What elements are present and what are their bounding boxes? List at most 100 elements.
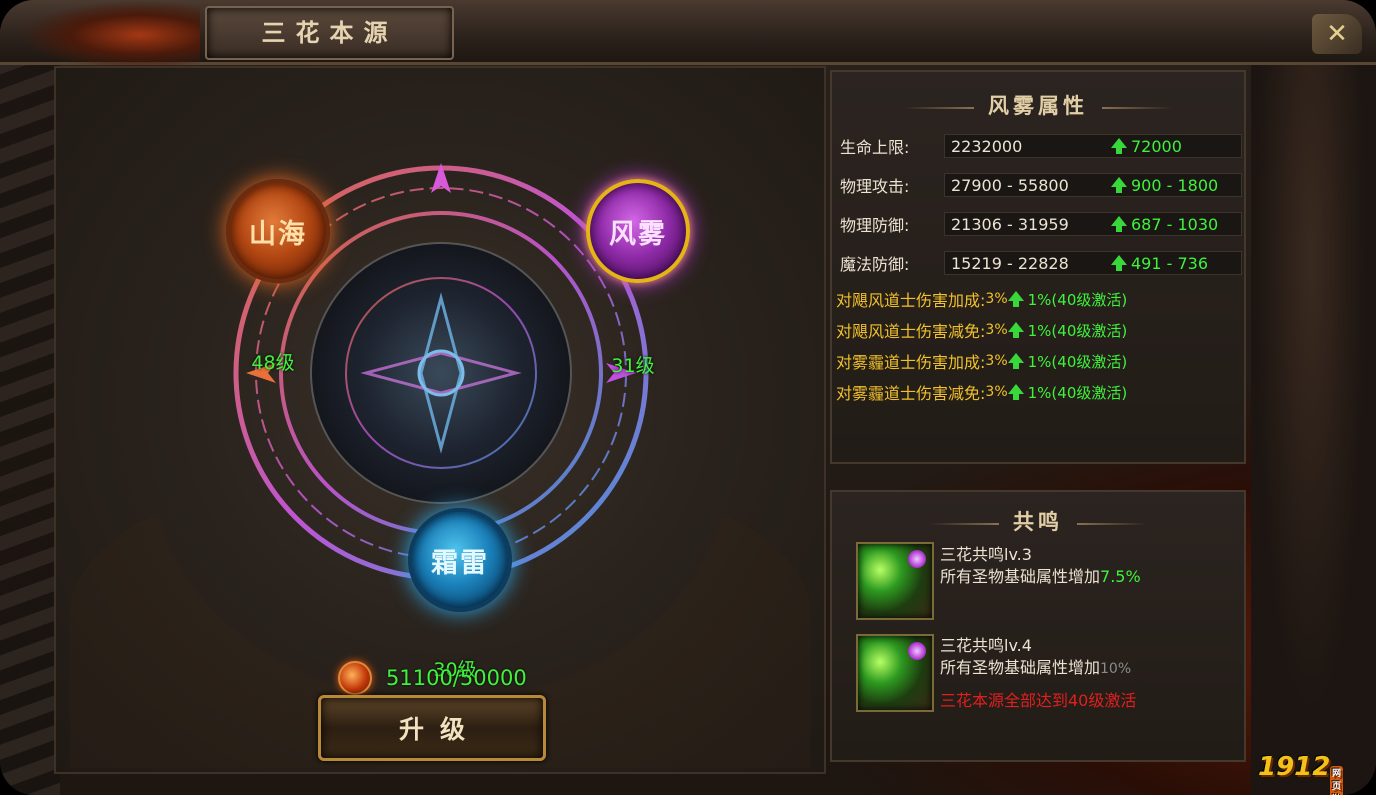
bonus-increase-value: 1%(40级激活): [1027, 290, 1128, 309]
arrow-up-icon: [1007, 353, 1024, 369]
bonus-increase: 1%(40级激活): [1007, 351, 1128, 372]
stat-label: 物理防御:: [840, 216, 910, 235]
resonance-title: 共鸣: [832, 506, 1244, 536]
stat-value-box: 15219 - 22828 491 - 736: [944, 251, 1242, 275]
node-fengwu-label: 风雾: [609, 218, 667, 250]
watermark-text: 1912: [1258, 752, 1331, 782]
bonus-label: 对飓风道士伤害减免:: [836, 322, 986, 341]
inner-core: [310, 242, 572, 504]
stat-label: 生命上限:: [840, 138, 910, 157]
bonus-row: 对雾霾道士伤害加成: 3% 1%(40级激活): [836, 349, 1127, 373]
stat-row: 生命上限: 2232000 72000: [840, 134, 1242, 158]
resonance-panel: 共鸣 三花共鸣lv.3 所有圣物基础属性增加7.5% 三花共鸣lv.4 所有圣物…: [830, 490, 1246, 762]
stat-increase: 687 - 1030: [1111, 215, 1218, 234]
bonus-row: 对雾霾道士伤害减免: 3% 1%(40级激活): [836, 380, 1127, 404]
resonance-lv4-desc: 所有圣物基础属性增加10%: [940, 654, 1131, 678]
stat-increase: 72000: [1111, 137, 1182, 156]
arrow-up-icon: [1111, 177, 1127, 193]
upgrade-button-label: 升级: [398, 715, 481, 744]
site-watermark-logo: 1912 网页游戏: [1258, 752, 1344, 795]
arrow-up-icon: [1007, 291, 1024, 307]
attributes-title: 风雾属性: [832, 90, 1244, 120]
resonance-desc-text: 所有圣物基础属性增加: [940, 658, 1101, 677]
dragon-ornament-icon: [20, 0, 200, 70]
stat-row: 魔法防御: 15219 - 22828 491 - 736: [840, 251, 1242, 275]
bonus-value: 3%: [985, 353, 1008, 369]
node-shuanglei[interactable]: 霜雷: [408, 508, 512, 612]
upgrade-button[interactable]: 升级: [318, 695, 546, 761]
bonus-label: 对雾霾道士伤害加成:: [836, 353, 986, 372]
game-window: 三花本源 ✕ 山海 48级 风雾 31级 霜雷 30级 51100/50000 …: [0, 0, 1376, 795]
node-shanhai-label: 山海: [249, 218, 307, 250]
stat-increase-value: 491 - 736: [1131, 253, 1209, 273]
window-title: 三花本源: [261, 18, 398, 47]
stat-increase: 900 - 1800: [1111, 176, 1218, 195]
bonus-row: 对飓风道士伤害减免: 3% 1%(40级激活): [836, 318, 1127, 342]
title-ornament-left: [929, 522, 999, 525]
stat-increase-value: 900 - 1800: [1131, 175, 1219, 195]
resonance-pct: 7.5%: [1100, 567, 1141, 586]
soul-gem-icon: [338, 661, 372, 695]
node-fengwu[interactable]: 风雾: [586, 179, 690, 283]
stat-current: 27900 - 55800: [951, 175, 1069, 195]
attributes-title-text: 风雾属性: [988, 93, 1088, 118]
arrow-up-icon: [1111, 216, 1127, 232]
upgrade-cost-value: 51100/50000: [386, 666, 527, 690]
title-ornament-right: [1077, 522, 1147, 525]
bonus-increase-value: 1%(40级激活): [1027, 321, 1128, 340]
resonance-lv3-icon[interactable]: [856, 542, 934, 620]
right-border-ornament: [1251, 60, 1376, 795]
title-bar: 三花本源 ✕: [0, 0, 1376, 70]
title-ornament-right: [1102, 106, 1172, 109]
resonance-lv3-name: 三花共鸣lv.3: [940, 545, 1032, 564]
stat-increase: 491 - 736: [1111, 254, 1208, 273]
bonus-value: 3%: [985, 291, 1008, 307]
node-shanhai-level: 48级: [208, 348, 338, 375]
resonance-pct: 10%: [1100, 661, 1132, 677]
node-shuanglei-label: 霜雷: [431, 547, 489, 579]
bonus-row: 对飓风道士伤害加成: 3% 1%(40级激活): [836, 287, 1127, 311]
resonance-desc-text: 所有圣物基础属性增加: [940, 567, 1101, 586]
stat-label: 魔法防御:: [840, 255, 910, 274]
stat-value-box: 21306 - 31959 687 - 1030: [944, 212, 1242, 236]
source-circle-panel: 山海 48级 风雾 31级 霜雷 30级 51100/50000 升级: [54, 66, 826, 774]
arrow-up-icon: [1007, 322, 1024, 338]
arrow-up-icon: [1007, 384, 1024, 400]
stat-current: 15219 - 22828: [951, 253, 1069, 273]
stat-row: 物理攻击: 27900 - 55800 900 - 1800: [840, 173, 1242, 197]
bonus-increase: 1%(40级激活): [1007, 289, 1128, 310]
bonus-increase: 1%(40级激活): [1007, 382, 1128, 403]
resonance-lv3-desc: 所有圣物基础属性增加7.5%: [940, 563, 1141, 587]
bonus-increase: 1%(40级激活): [1007, 320, 1128, 341]
title-ornament-left: [904, 106, 974, 109]
resonance-lv4-icon[interactable]: [856, 634, 934, 712]
stat-increase-value: 687 - 1030: [1131, 214, 1219, 234]
bonus-label: 对飓风道士伤害加成:: [836, 291, 986, 310]
watermark-tag: 网页游戏: [1330, 766, 1344, 795]
stat-increase-value: 72000: [1131, 136, 1182, 156]
bonus-value: 3%: [985, 322, 1008, 338]
resonance-title-text: 共鸣: [1013, 509, 1063, 534]
stat-value-box: 2232000 72000: [944, 134, 1242, 158]
node-shanhai[interactable]: 山海: [226, 179, 330, 283]
resonance-lv4-condition: 三花本源全部达到40级激活: [940, 691, 1137, 710]
close-x-icon: ✕: [1326, 19, 1348, 49]
resonance-lv4-name: 三花共鸣lv.4: [940, 636, 1032, 655]
bonus-increase-value: 1%(40级激活): [1027, 352, 1128, 371]
stat-row: 物理防御: 21306 - 31959 687 - 1030: [840, 212, 1242, 236]
upgrade-cost: 51100/50000: [338, 660, 527, 696]
bonus-value: 3%: [985, 384, 1008, 400]
arrow-up-icon: [1111, 255, 1127, 271]
stat-label: 物理攻击:: [840, 177, 910, 196]
stat-value-box: 27900 - 55800 900 - 1800: [944, 173, 1242, 197]
node-fengwu-level: 31级: [568, 351, 698, 378]
stat-current: 21306 - 31959: [951, 214, 1069, 234]
stat-current: 2232000: [951, 136, 1023, 156]
arrow-up-icon: [1111, 138, 1127, 154]
title-plate: 三花本源: [205, 6, 454, 60]
attributes-panel: 风雾属性 生命上限: 2232000 72000 物理攻击: 27900 - 5…: [830, 70, 1246, 464]
close-button[interactable]: ✕: [1312, 14, 1362, 54]
left-border-ornament: [0, 0, 60, 795]
bonus-label: 对雾霾道士伤害减免:: [836, 384, 986, 403]
bonus-increase-value: 1%(40级激活): [1027, 383, 1128, 402]
